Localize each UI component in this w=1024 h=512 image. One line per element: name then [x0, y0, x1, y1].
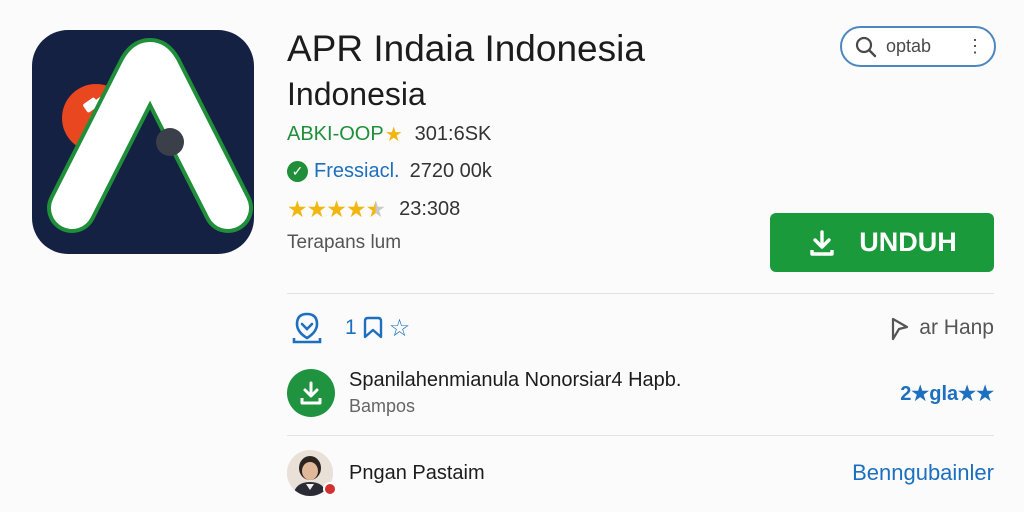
app-logo-icon[interactable] — [32, 30, 254, 254]
developer-count: 301:6SK — [414, 123, 492, 145]
star-icon: ★ — [345, 196, 367, 222]
wishlist-button[interactable]: 1 ☆ — [345, 314, 410, 343]
wishlist-label: 1 — [345, 316, 357, 339]
star-outline-icon[interactable]: ☆ — [389, 314, 411, 343]
share-button[interactable]: ar Hanp — [889, 315, 994, 341]
install-button-label: UNDUH — [859, 227, 957, 257]
download-icon — [810, 229, 834, 256]
search-box[interactable]: optab ⋮ — [840, 26, 996, 67]
downloads-count: 2720 00k — [409, 160, 492, 182]
search-icon — [855, 36, 877, 57]
author-row: Pngan Pastaim Benngubainler — [287, 448, 994, 498]
verified-check-icon: ✓ — [287, 161, 308, 182]
recommendation-title: Spanilahenmianula Nonorsiar4 Hapb. — [349, 369, 682, 391]
app-title: APR Indaia Indonesia — [287, 28, 645, 69]
notification-badge — [323, 482, 337, 496]
author-link[interactable]: Benngubainler — [852, 460, 994, 486]
divider — [287, 293, 994, 294]
share-label: ar Hanp — [919, 316, 994, 339]
star-icon: ★ — [384, 124, 403, 146]
recommendation-subtitle: Bampos — [349, 396, 416, 416]
app-subtitle: Indonesia — [287, 76, 426, 112]
share-icon — [892, 317, 909, 341]
author-name: Pngan Pastaim — [349, 461, 485, 484]
more-vertical-icon[interactable]: ⋮ — [966, 36, 984, 57]
download-outline-icon[interactable] — [287, 308, 327, 348]
recommendation-item[interactable]: Spanilahenmianula Nonorsiar4 Hapb. Bampo… — [287, 365, 994, 421]
verified-row: ✓ Fressiacl. 2720 00k — [287, 160, 492, 183]
star-icon: ★ — [306, 196, 328, 222]
search-text[interactable]: optab — [886, 36, 966, 57]
bookmark-icon — [363, 316, 382, 339]
rating-row: ★ ★ ★ ★ ★ 23:308 — [287, 196, 460, 223]
install-button[interactable]: UNDUH — [770, 213, 994, 272]
installed-status: Terapans lum — [287, 232, 402, 253]
recommendation-text: Spanilahenmianula Nonorsiar4 Hapb. Bampo… — [349, 369, 681, 417]
half-star-icon: ★ — [365, 196, 387, 222]
divider — [287, 435, 994, 436]
app-store-page: APR Indaia Indonesia Indonesia ABKI-OOP … — [0, 0, 1024, 512]
developer-row: ABKI-OOP ★ 301:6SK — [287, 122, 491, 147]
rating-stars: ★ ★ ★ ★ ★ — [287, 196, 387, 223]
rating-count: 23:308 — [399, 198, 461, 220]
star-icon: ★ — [287, 196, 308, 222]
avatar[interactable] — [287, 450, 337, 496]
recommendation-rating[interactable]: 2★gla★★ — [900, 381, 994, 406]
star-icon: ★ — [326, 196, 347, 222]
developer-link[interactable]: ABKI-OOP — [287, 123, 384, 146]
download-circle-icon — [287, 369, 335, 417]
action-bar: 1 ☆ ar Hanp — [287, 306, 994, 350]
verified-label[interactable]: Fressiacl. — [314, 160, 400, 183]
